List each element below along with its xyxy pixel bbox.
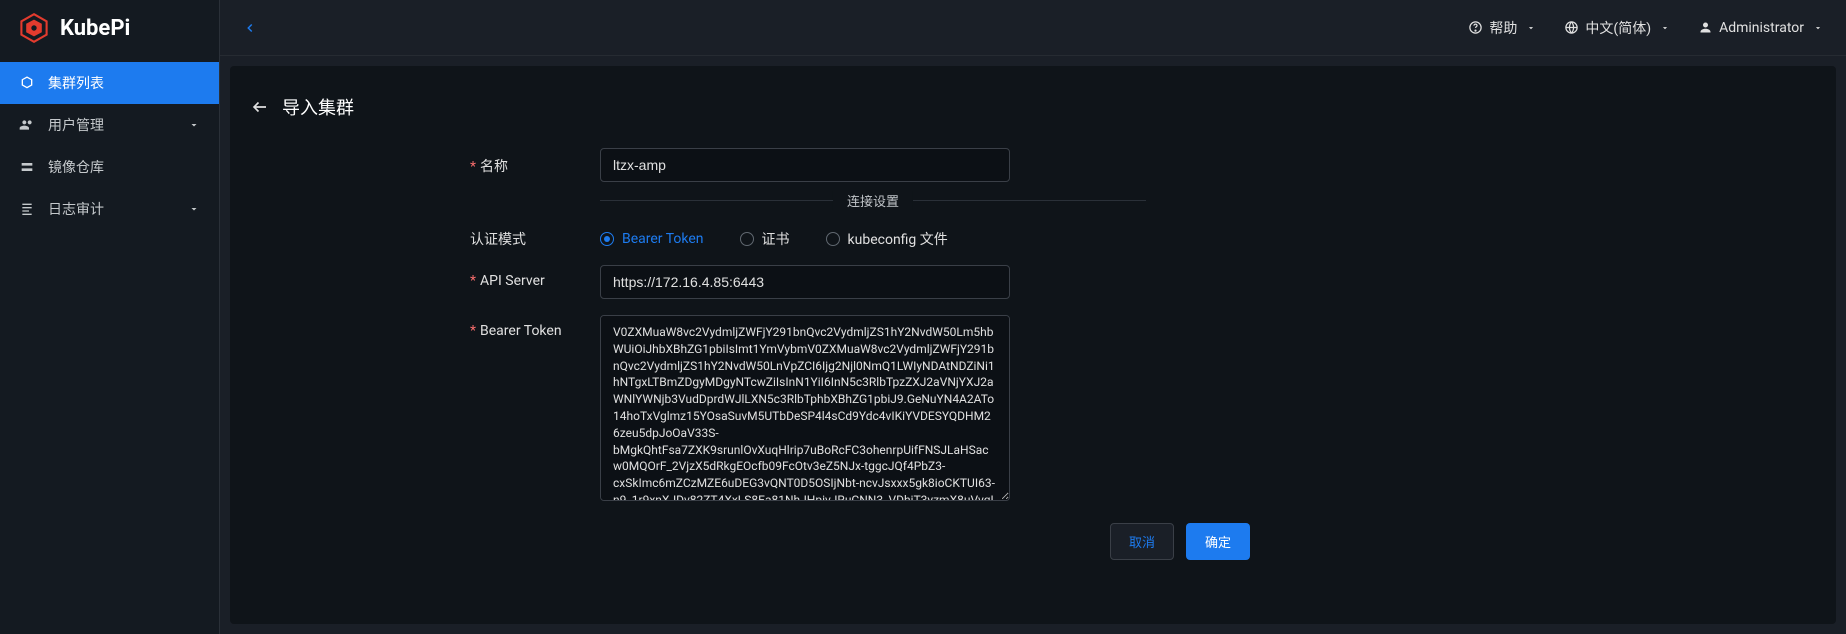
sidebar-item-label: 集群列表 — [48, 73, 201, 93]
sidebar-item-registry[interactable]: 镜像仓库 — [0, 146, 219, 188]
page-title: 导入集群 — [282, 94, 354, 120]
api-server-input[interactable] — [600, 265, 1010, 299]
app-logo[interactable]: KubePi — [0, 0, 219, 56]
auth-mode-label: 认证模式 — [470, 221, 600, 249]
page-header: 导入集群 — [250, 94, 1816, 120]
audit-icon — [18, 200, 36, 218]
page-back-button[interactable] — [250, 97, 270, 117]
chevron-down-icon — [1657, 20, 1673, 36]
topbar: 帮助 中文(简体) Administrator — [220, 0, 1846, 56]
radio-label: Bearer Token — [622, 231, 704, 247]
sidebar-item-label: 日志审计 — [48, 199, 175, 219]
sidebar-item-clusters[interactable]: 集群列表 — [0, 62, 219, 104]
auth-option-kubeconfig[interactable]: kubeconfig 文件 — [826, 229, 948, 249]
logo-icon — [18, 12, 50, 44]
sidebar-item-label: 用户管理 — [48, 115, 175, 135]
radio-label: 证书 — [762, 229, 790, 249]
user-label: Administrator — [1719, 20, 1804, 36]
help-label: 帮助 — [1489, 18, 1517, 38]
auth-option-bearer[interactable]: Bearer Token — [600, 229, 704, 249]
language-menu[interactable]: 中文(简体) — [1563, 18, 1673, 38]
sidebar-menu: 集群列表 用户管理 镜像仓库 日志审 — [0, 56, 219, 634]
chevron-down-icon — [1810, 20, 1826, 36]
sidebar-item-users[interactable]: 用户管理 — [0, 104, 219, 146]
connection-settings-divider: 连接设置 — [600, 200, 1146, 201]
api-server-label: *API Server — [470, 265, 600, 289]
cancel-button[interactable]: 取消 — [1110, 523, 1174, 560]
bearer-token-label: *Bearer Token — [470, 315, 600, 339]
name-input[interactable] — [600, 148, 1010, 182]
globe-icon — [1563, 20, 1579, 36]
user-icon — [1697, 20, 1713, 36]
fieldset-label: 连接设置 — [833, 191, 913, 210]
radio-label: kubeconfig 文件 — [848, 229, 948, 249]
language-label: 中文(简体) — [1585, 18, 1651, 38]
import-cluster-form: *名称 连接设置 认证模式 Bearer Token — [470, 148, 1474, 560]
help-icon — [1467, 20, 1483, 36]
name-label: *名称 — [470, 148, 600, 176]
main: 帮助 中文(简体) Administrator — [220, 0, 1846, 634]
cluster-icon — [18, 74, 36, 92]
sidebar-item-label: 镜像仓库 — [48, 157, 201, 177]
user-menu[interactable]: Administrator — [1697, 20, 1826, 36]
radio-icon — [600, 232, 614, 246]
chevron-down-icon — [1523, 20, 1539, 36]
bearer-token-input[interactable] — [600, 315, 1010, 501]
chevron-down-icon — [187, 202, 201, 216]
confirm-button[interactable]: 确定 — [1186, 523, 1250, 560]
auth-mode-group: Bearer Token 证书 kubeconfig 文件 — [600, 221, 1474, 249]
content: 导入集群 *名称 连接设置 认证模式 — [230, 66, 1836, 624]
users-icon — [18, 116, 36, 134]
auth-option-cert[interactable]: 证书 — [740, 229, 790, 249]
sidebar: KubePi 集群列表 用户管理 — [0, 0, 220, 634]
radio-icon — [826, 232, 840, 246]
help-menu[interactable]: 帮助 — [1467, 18, 1539, 38]
logo-text: KubePi — [60, 16, 130, 41]
registry-icon — [18, 158, 36, 176]
chevron-down-icon — [187, 118, 201, 132]
radio-icon — [740, 232, 754, 246]
sidebar-item-audit[interactable]: 日志审计 — [0, 188, 219, 230]
back-chevron-icon[interactable] — [240, 18, 260, 38]
